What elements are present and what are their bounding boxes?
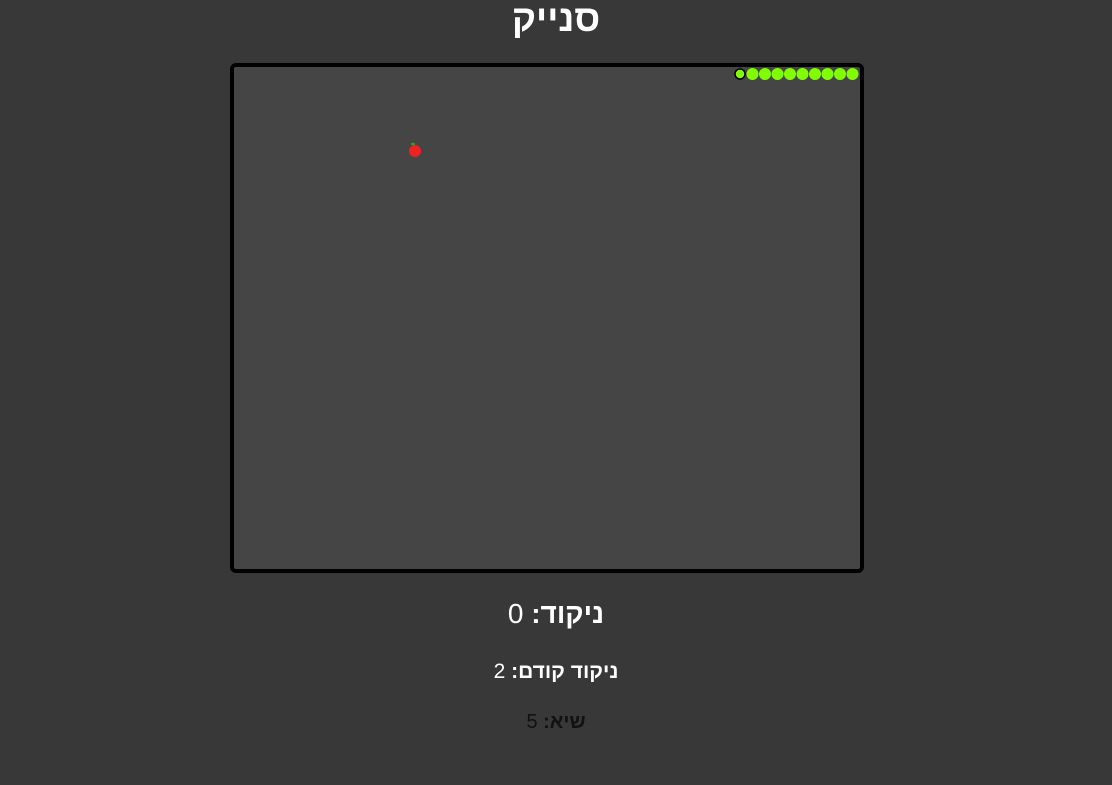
- snake-head: [734, 68, 746, 80]
- snake-segment: [771, 68, 784, 80]
- snake-segment: [809, 68, 821, 80]
- snake-segment: [784, 68, 796, 80]
- snake-segment: [846, 68, 859, 80]
- record-score-label: שיא:: [537, 711, 586, 733]
- snake-segment: [796, 68, 809, 80]
- previous-score-value: 2: [493, 660, 506, 683]
- apple-icon: [409, 142, 421, 157]
- game-board[interactable]: [230, 63, 864, 573]
- game-board-canvas: [409, 68, 859, 157]
- snake-segment: [834, 68, 846, 80]
- previous-score: ניקוד קודם: 2: [0, 660, 1112, 684]
- game-title: סנייק: [511, 0, 601, 39]
- record-score: שיא: 5: [0, 711, 1112, 734]
- previous-score-label: ניקוד קודם:: [505, 660, 619, 683]
- record-score-value: 5: [526, 711, 538, 733]
- current-score: ניקוד: 0: [0, 598, 1112, 630]
- snake-segment: [821, 68, 834, 80]
- snake-segment: [759, 68, 771, 80]
- snake-segment: [746, 68, 759, 80]
- current-score-value: 0: [507, 598, 524, 629]
- snake-game-page: סנייק ניקוד: 0 ניקוד קודם: 2 שיא: 5: [0, 0, 1112, 785]
- current-score-label: ניקוד:: [523, 598, 605, 629]
